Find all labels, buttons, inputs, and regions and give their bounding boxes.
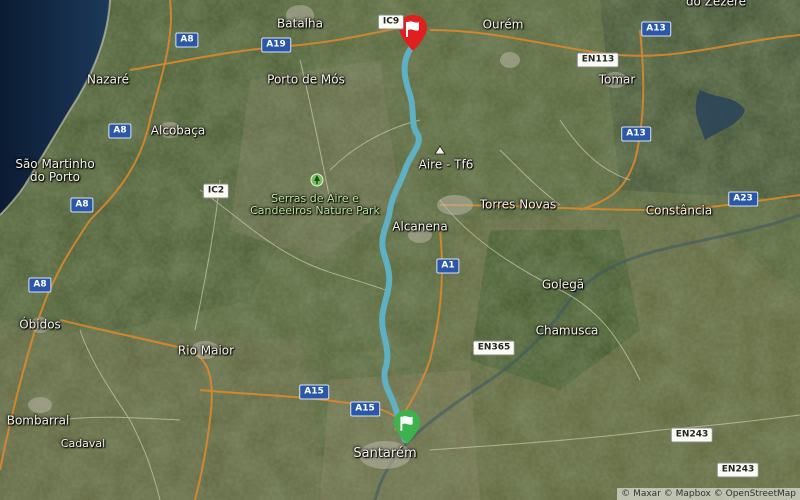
park-label: Serras de Aire e Candeeiros Nature Park bbox=[250, 191, 380, 217]
place-label: Alcobaça bbox=[150, 123, 206, 138]
road-shield: EN113 bbox=[576, 52, 620, 68]
place-label: Batalha bbox=[277, 16, 323, 31]
road-shield: A23 bbox=[728, 191, 758, 207]
road-shield: EN243 bbox=[716, 462, 760, 478]
road-shield: A19 bbox=[261, 37, 291, 53]
road-shield: A13 bbox=[621, 126, 651, 142]
place-label: Porto de Mós bbox=[267, 72, 345, 87]
place-label: Bombarral bbox=[6, 413, 70, 428]
place-label: Alcanena bbox=[392, 219, 448, 234]
place-label: Rio Maior bbox=[177, 343, 235, 358]
road-shield: EN365 bbox=[472, 340, 516, 356]
road-shield: A8 bbox=[70, 197, 94, 213]
road-shield: A13 bbox=[641, 21, 671, 37]
road-shield: A1 bbox=[436, 258, 460, 274]
place-label: Cadaval bbox=[60, 436, 106, 450]
place-label: São Martinho do Porto bbox=[15, 156, 95, 184]
place-label: Chamusca bbox=[535, 323, 599, 338]
road-shield: EN243 bbox=[670, 427, 714, 443]
place-label: Óbidos bbox=[19, 317, 61, 332]
place-label: Torres Novas bbox=[479, 197, 557, 212]
map-view[interactable]: Batalha Ourém Nazaré Porto de Mós Alcoba… bbox=[0, 0, 800, 500]
peak-label: Aire - Tf6 bbox=[418, 157, 474, 172]
road-shield: A8 bbox=[108, 123, 132, 139]
place-label: Constância bbox=[645, 203, 713, 218]
park-icon bbox=[310, 173, 324, 187]
place-label: Tomar bbox=[598, 72, 636, 87]
place-label: Ourém bbox=[482, 17, 524, 32]
road-shield: IC2 bbox=[202, 183, 230, 199]
place-label: Nazaré bbox=[86, 72, 130, 87]
road-shield: IC9 bbox=[377, 14, 405, 30]
place-label: Santarém bbox=[353, 445, 417, 461]
road-shield: A8 bbox=[28, 277, 52, 293]
map-attribution[interactable]: © Maxar © Mapbox © OpenStreetMap bbox=[617, 488, 800, 500]
place-label: Golegã bbox=[541, 277, 585, 292]
place-label: do Zêzere bbox=[685, 0, 747, 9]
road-shield: A15 bbox=[299, 384, 329, 400]
road-shield: A15 bbox=[350, 401, 380, 417]
road-shield: A8 bbox=[175, 32, 199, 48]
